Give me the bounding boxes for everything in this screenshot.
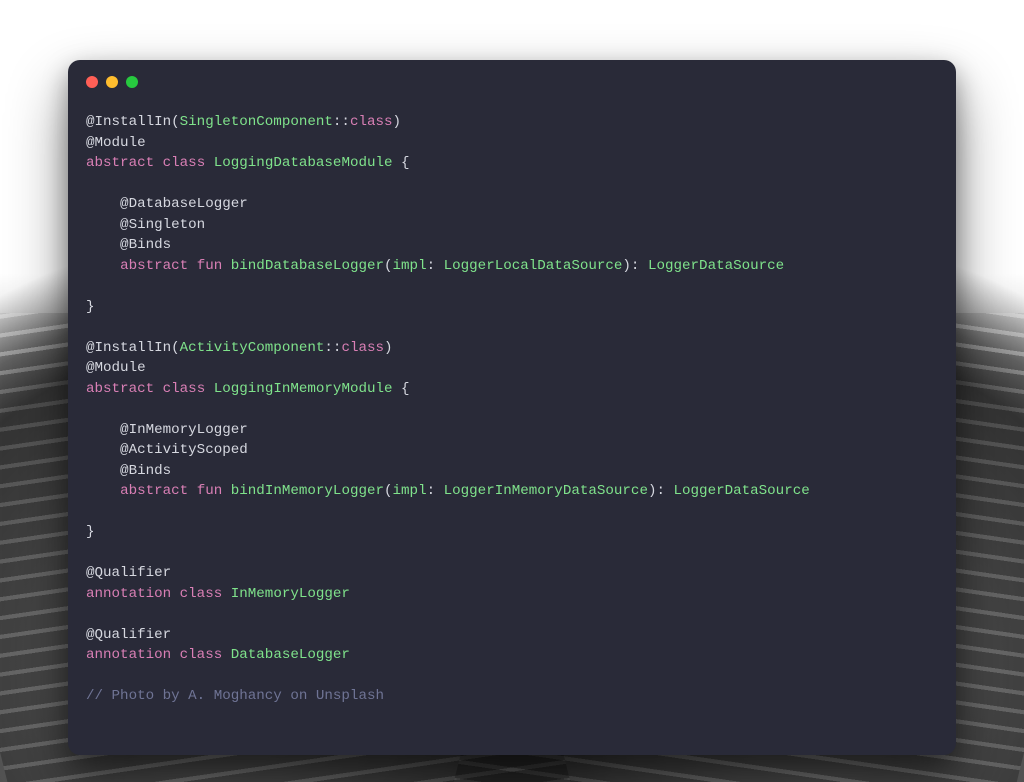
code-token: fun <box>197 483 223 499</box>
code-token: : <box>427 258 444 274</box>
code-line: @ActivityScoped <box>86 442 248 458</box>
code-token: abstract <box>120 483 188 499</box>
code-line: @Module <box>86 360 146 376</box>
code-token: @InMemoryLogger <box>86 422 248 438</box>
code-token: LoggingDatabaseModule <box>214 155 393 171</box>
code-token: annotation <box>86 586 171 602</box>
code-block: @InstallIn(SingletonComponent::class) @M… <box>68 104 956 723</box>
code-token: @Singleton <box>86 217 205 233</box>
code-line: annotation class DatabaseLogger <box>86 647 350 663</box>
code-token <box>171 586 180 602</box>
code-token <box>222 586 231 602</box>
code-token: ): <box>648 483 674 499</box>
code-token: ( <box>384 258 393 274</box>
code-line: annotation class InMemoryLogger <box>86 586 350 602</box>
code-line: @Qualifier <box>86 565 171 581</box>
code-token: impl <box>393 483 427 499</box>
code-token <box>222 647 231 663</box>
code-token <box>86 258 120 274</box>
window-zoom-dot[interactable] <box>126 76 138 88</box>
code-token: class <box>180 647 223 663</box>
code-line: @InMemoryLogger <box>86 422 248 438</box>
code-line: abstract class LoggingDatabaseModule { <box>86 155 410 171</box>
window-close-dot[interactable] <box>86 76 98 88</box>
code-line: @Qualifier <box>86 627 171 643</box>
code-token: @Binds <box>86 463 171 479</box>
code-token: // Photo by A. Moghancy on Unsplash <box>86 688 384 704</box>
code-token: } <box>86 299 95 315</box>
code-token: @Binds <box>86 237 171 253</box>
code-line: } <box>86 299 95 315</box>
code-token: abstract <box>86 381 154 397</box>
code-token: abstract <box>120 258 188 274</box>
code-token: class <box>180 586 223 602</box>
code-token <box>222 258 231 274</box>
code-token: @Qualifier <box>86 627 171 643</box>
code-token <box>222 483 231 499</box>
code-token: bindDatabaseLogger <box>231 258 384 274</box>
code-token: @InstallIn( <box>86 114 180 130</box>
code-token: annotation <box>86 647 171 663</box>
code-token <box>171 647 180 663</box>
code-token: LoggerDataSource <box>648 258 784 274</box>
code-token: ( <box>384 483 393 499</box>
code-token: LoggerDataSource <box>674 483 810 499</box>
code-token: { <box>393 155 410 171</box>
code-line: @Module <box>86 135 146 151</box>
code-token: class <box>163 155 206 171</box>
code-token: } <box>86 524 95 540</box>
code-token: @InstallIn( <box>86 340 180 356</box>
code-token: ActivityComponent <box>180 340 325 356</box>
code-token: ) <box>384 340 393 356</box>
code-token: class <box>163 381 206 397</box>
code-token: @DatabaseLogger <box>86 196 248 212</box>
code-line: @Binds <box>86 463 171 479</box>
code-token <box>205 381 214 397</box>
window-titlebar <box>68 60 956 104</box>
code-token: LoggerLocalDataSource <box>444 258 623 274</box>
code-token: LoggerInMemoryDataSource <box>444 483 648 499</box>
code-token: : <box>427 483 444 499</box>
code-line: abstract class LoggingInMemoryModule { <box>86 381 410 397</box>
code-window: @InstallIn(SingletonComponent::class) @M… <box>68 60 956 755</box>
code-token: class <box>341 340 384 356</box>
code-line: // Photo by A. Moghancy on Unsplash <box>86 688 384 704</box>
code-token: LoggingInMemoryModule <box>214 381 393 397</box>
code-token: ) <box>393 114 402 130</box>
code-token: InMemoryLogger <box>231 586 350 602</box>
code-token <box>154 155 163 171</box>
code-token: :: <box>333 114 350 130</box>
code-token: @ActivityScoped <box>86 442 248 458</box>
code-line: @DatabaseLogger <box>86 196 248 212</box>
code-token: @Module <box>86 135 146 151</box>
window-minimize-dot[interactable] <box>106 76 118 88</box>
code-token: fun <box>197 258 223 274</box>
code-token <box>86 483 120 499</box>
code-line: @Singleton <box>86 217 205 233</box>
code-line: } <box>86 524 95 540</box>
code-token: { <box>393 381 410 397</box>
code-token <box>188 483 197 499</box>
code-line: @InstallIn(SingletonComponent::class) <box>86 114 401 130</box>
code-line: abstract fun bindInMemoryLogger(impl: Lo… <box>86 483 810 499</box>
code-token: :: <box>324 340 341 356</box>
code-token: @Module <box>86 360 146 376</box>
code-token: SingletonComponent <box>180 114 333 130</box>
code-token <box>188 258 197 274</box>
code-token: @Qualifier <box>86 565 171 581</box>
code-line: @Binds <box>86 237 171 253</box>
code-token: bindInMemoryLogger <box>231 483 384 499</box>
code-token: DatabaseLogger <box>231 647 350 663</box>
code-token: class <box>350 114 393 130</box>
code-line: abstract fun bindDatabaseLogger(impl: Lo… <box>86 258 784 274</box>
code-token: ): <box>622 258 648 274</box>
code-token: impl <box>393 258 427 274</box>
code-token <box>154 381 163 397</box>
code-token: abstract <box>86 155 154 171</box>
code-token <box>205 155 214 171</box>
code-line: @InstallIn(ActivityComponent::class) <box>86 340 393 356</box>
